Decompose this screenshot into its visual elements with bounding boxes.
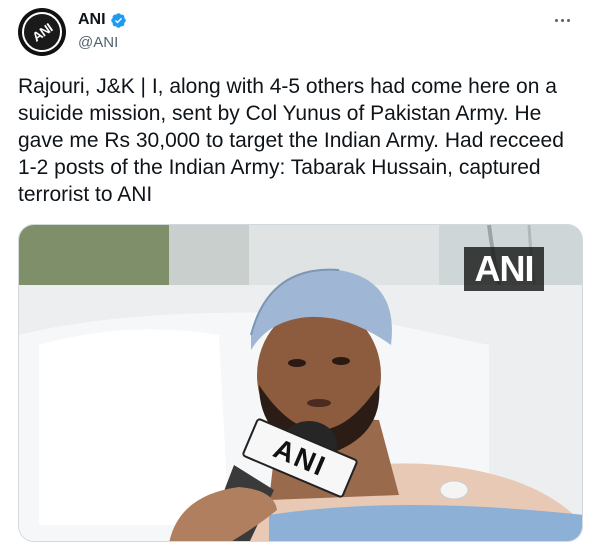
author-handle[interactable]: @ANI [78, 34, 127, 51]
watermark-text: ANI [474, 248, 535, 289]
ani-watermark: ANI [464, 247, 544, 291]
more-dot [566, 18, 570, 22]
avatar-logo: ANI [18, 8, 66, 56]
author-info: ANI @ANI [78, 10, 127, 51]
more-dot [554, 18, 558, 22]
avatar-logo-text: ANI [29, 19, 55, 45]
author-name-row: ANI [78, 10, 127, 30]
tweet-card: ANI ANI @ANI Rajouri, J&K | I, along wit… [0, 0, 592, 550]
tweet-media-image[interactable]: ANI ANI [18, 224, 583, 542]
more-options-icon[interactable] [550, 10, 574, 30]
tweet-text: Rajouri, J&K | I, along with 4-5 others … [18, 75, 564, 206]
author-name[interactable]: ANI [78, 11, 106, 29]
more-dot [560, 18, 564, 22]
author-avatar[interactable]: ANI [18, 8, 66, 56]
verified-badge-icon [110, 12, 126, 28]
